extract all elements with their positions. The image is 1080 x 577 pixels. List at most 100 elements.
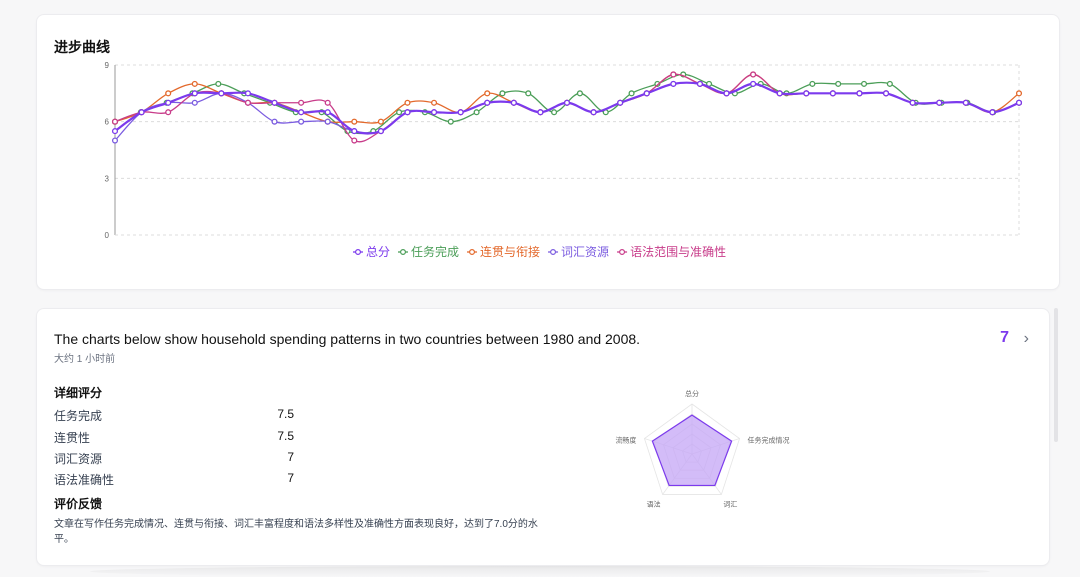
data-point [447,118,454,125]
legend-swatch [400,249,407,256]
overall-score-badge: 7 [1000,329,1009,346]
essay-timestamp: 大约 1 小时前 [54,354,116,365]
legend-swatch [469,249,476,256]
legend-swatch [619,249,626,256]
data-point [244,90,251,97]
data-point [750,80,757,87]
score-label: 语法准确性 [54,473,115,487]
data-point [696,80,703,87]
data-point [404,99,411,106]
chart-legend: 总分 任务完成 连贯与衔接 词汇资源 语法范围与准确性 [353,244,726,259]
bottom-shadow [90,566,990,577]
score-row-coherence: 连贯性 7.5 [54,429,294,446]
radar-axis-label: 流畅度 [615,436,636,445]
data-point [138,109,145,116]
data-point [396,109,403,116]
data-point [909,99,916,106]
y-tick-label: 9 [105,61,110,70]
data-point [829,90,836,97]
data-point [351,137,358,144]
data-point [484,99,491,106]
series-line [114,81,1020,135]
data-point [324,99,331,106]
legend-label: 词汇资源 [561,245,609,259]
data-point [271,118,278,125]
data-point [191,99,198,106]
data-point [111,118,119,125]
data-point [191,80,198,87]
score-label: 词汇资源 [54,452,103,466]
legend-label: 连贯与衔接 [480,244,540,259]
data-point [670,71,677,78]
data-point [883,90,890,97]
data-point [298,118,305,125]
data-point [244,99,251,106]
feedback-heading: 评价反馈 [54,497,103,511]
data-point [457,109,464,116]
data-point [809,80,816,87]
data-point [590,109,597,116]
data-point [473,109,480,116]
data-point [404,109,411,116]
legend-swatch [550,249,557,256]
progress-line-chart: 0 3 6 9 总分 任务完成 连贯与衔接 词汇资源 语法范围与准确性 [105,61,1023,259]
data-point [215,80,222,87]
data-point [776,90,783,97]
data-point [628,90,635,97]
chevron-right-icon[interactable]: › [1024,330,1029,348]
data-point [324,109,331,116]
data-point [723,90,730,97]
data-point [111,128,119,135]
legend-label: 任务完成 [411,244,459,259]
data-point [989,109,996,116]
series-line [114,73,1020,124]
data-point [643,90,650,97]
data-point [936,99,943,106]
data-point [165,90,172,97]
data-point [563,99,571,106]
data-point [351,128,358,135]
data-point [856,90,863,97]
data-point [835,80,842,87]
essay-card[interactable]: The charts below show household spending… [36,308,1050,566]
radar-axis-label: 任务完成情况 [748,436,790,445]
data-point [377,128,384,135]
data-point [431,99,438,106]
score-radar-chart: 总分任务完成情况词汇 语法 流畅度 [615,389,790,508]
legend-label: 总分 [366,245,390,259]
radar-axis-label: 总分 [685,389,699,398]
data-point [191,90,198,97]
data-point [351,118,358,125]
data-point [218,90,225,97]
vertical-scrollbar[interactable] [1054,308,1058,442]
series-line [114,73,1020,143]
data-point [298,99,305,106]
data-point [617,99,624,106]
score-label: 连贯性 [54,431,91,445]
score-value: 7.5 [277,407,294,421]
data-point [860,80,868,87]
y-tick-label: 6 [105,118,110,127]
score-value: 7 [287,450,294,464]
data-point [165,109,172,116]
data-point [803,90,810,97]
data-point [377,118,384,125]
legend-swatch [355,249,362,256]
data-point [499,90,506,97]
essay-title[interactable]: The charts below show household spending… [54,331,640,347]
feedback-text: 文章在写作任务完成情况、连贯与衔接、词汇丰富程度和语法多样性及准确性方面表现良好… [54,519,538,545]
data-point [886,80,893,87]
radar-value-area [651,414,733,487]
progress-chart-card: 进步曲线 0 3 6 9 总分 任务完成 连贯与衔接 词汇资源 语法范围与准确性 [36,14,1060,290]
score-value: 7 [287,471,294,485]
score-row-grammar: 语法准确性 7 [54,471,294,488]
data-point [670,80,677,87]
data-point [510,99,517,106]
radar-axis-label: 语法 [647,499,661,508]
data-point [750,71,757,78]
detail-score-heading: 详细评分 [54,386,103,400]
data-point [271,99,278,106]
data-point [431,109,438,116]
y-tick-label: 3 [105,174,110,183]
data-point [484,90,491,97]
